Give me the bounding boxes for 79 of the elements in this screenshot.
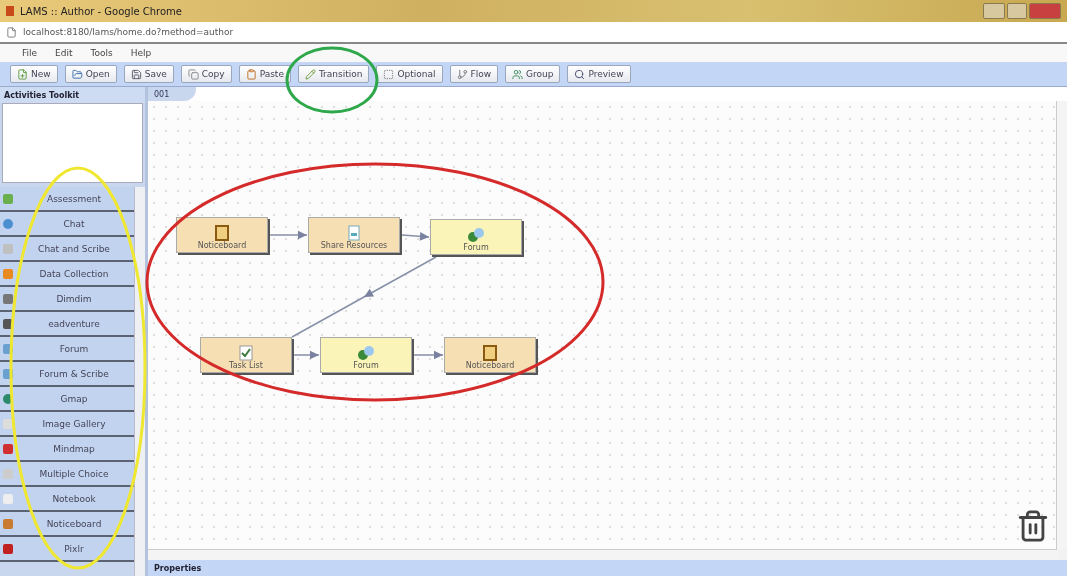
speech-bubbles-icon xyxy=(466,227,486,243)
menu-item[interactable]: Help xyxy=(130,48,152,58)
activity-item[interactable]: Assessment xyxy=(0,187,134,212)
toolbar-button[interactable]: New xyxy=(10,65,58,83)
speech-bubbles-icon xyxy=(356,345,376,361)
app-icon xyxy=(6,6,14,16)
activity-icon xyxy=(2,417,14,430)
toolbar-button[interactable]: Paste xyxy=(238,65,291,83)
board-icon xyxy=(215,225,229,241)
menu-item[interactable]: File xyxy=(22,48,38,58)
activity-item[interactable]: Notebook xyxy=(0,487,134,512)
activity-icon xyxy=(2,192,14,205)
window-title: LAMS :: Author - Google Chrome xyxy=(20,5,182,17)
toolbar-button[interactable]: Open xyxy=(64,65,117,83)
activity-node[interactable]: Noticeboard xyxy=(176,217,268,253)
activity-icon xyxy=(2,492,14,505)
magnifier-icon xyxy=(574,68,586,80)
toolbar-button[interactable]: Save xyxy=(123,65,174,83)
activity-icon xyxy=(2,292,14,305)
activity-node[interactable]: Share Resources xyxy=(308,217,400,253)
panel-title: Properties xyxy=(154,563,202,573)
activity-icon xyxy=(2,517,14,530)
activity-icon xyxy=(2,442,14,455)
activity-node[interactable]: Noticeboard xyxy=(444,337,536,373)
activity-icon xyxy=(2,467,14,480)
activity-icon xyxy=(2,217,14,230)
scrollbar[interactable] xyxy=(134,187,145,576)
transition-arrow xyxy=(293,350,320,360)
toolbar-button[interactable]: Group xyxy=(505,65,561,83)
pencil-icon xyxy=(304,68,316,80)
toolbar-button[interactable]: Transition xyxy=(297,65,370,83)
activity-item[interactable]: Image Gallery xyxy=(0,412,134,437)
activity-item[interactable]: Forum & Scribe xyxy=(0,362,134,387)
canvas-tab[interactable]: 001 xyxy=(148,87,196,101)
checklist-icon xyxy=(239,345,253,361)
toolbar-button[interactable]: Optional xyxy=(376,65,443,83)
activity-node[interactable]: Task List xyxy=(200,337,292,373)
new-file-icon xyxy=(17,68,28,80)
activity-icon xyxy=(2,542,14,555)
activity-item[interactable]: eadventure xyxy=(0,312,134,337)
activity-item[interactable]: Chat xyxy=(0,212,134,237)
board-icon xyxy=(483,345,497,361)
activity-item[interactable]: Gmap xyxy=(0,387,134,412)
panel-title: Activities Toolkit xyxy=(4,90,79,100)
save-icon xyxy=(130,68,142,80)
activity-icon xyxy=(2,267,14,280)
dashed-square-icon xyxy=(383,68,395,80)
page-icon xyxy=(6,26,17,38)
group-icon xyxy=(512,68,524,80)
branch-icon xyxy=(456,68,468,80)
document-icon xyxy=(348,225,360,241)
folder-icon xyxy=(71,68,83,80)
minimize-button[interactable] xyxy=(983,3,1005,19)
activity-item[interactable]: Forum xyxy=(0,337,134,362)
toolbar-button[interactable]: Copy xyxy=(180,65,232,83)
toolbar-button[interactable]: Preview xyxy=(567,65,631,83)
activity-item[interactable]: Noticeboard xyxy=(0,512,134,537)
address-field[interactable]: localhost:8180/lams/home.do?method=author xyxy=(23,27,234,37)
menu-item[interactable]: Edit xyxy=(55,48,73,58)
clipboard-icon xyxy=(245,68,257,80)
transition-arrow xyxy=(269,230,308,240)
transition-arrow xyxy=(413,350,444,360)
activity-node[interactable]: Forum xyxy=(430,219,522,255)
copy-icon xyxy=(187,68,199,80)
activity-item[interactable]: Multiple Choice xyxy=(0,462,134,487)
close-button[interactable] xyxy=(1029,3,1061,19)
activity-icon xyxy=(2,317,14,330)
activity-item[interactable]: Mindmap xyxy=(0,437,134,462)
toolbar-button[interactable]: Flow xyxy=(449,65,499,83)
activity-item[interactable]: Dimdim xyxy=(0,287,134,312)
activity-item[interactable]: Chat and Scribe xyxy=(0,237,134,262)
activity-node[interactable]: Forum xyxy=(320,337,412,373)
menu-item[interactable]: Tools xyxy=(90,48,113,58)
transition-arrow xyxy=(401,232,430,241)
trash-icon[interactable] xyxy=(1016,509,1050,543)
maximize-button[interactable] xyxy=(1007,3,1027,19)
activity-icon xyxy=(2,242,14,255)
activity-item[interactable]: Pixlr xyxy=(0,537,134,562)
activity-item[interactable]: Data Collection xyxy=(0,262,134,287)
